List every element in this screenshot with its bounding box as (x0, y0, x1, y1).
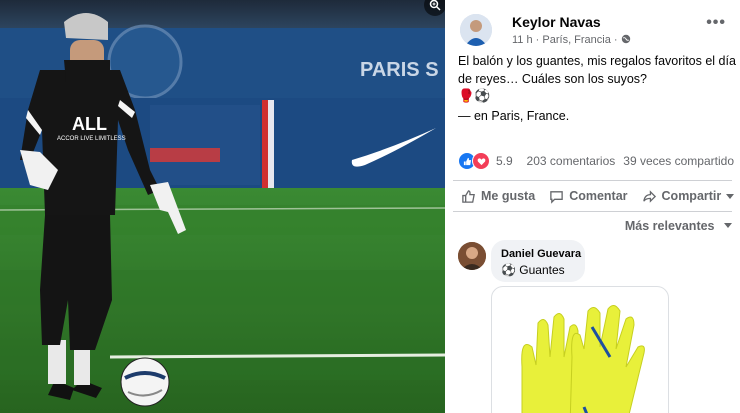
comment-bubble: Daniel Guevara ⚽ Guantes (491, 240, 585, 282)
comment-count[interactable]: 203 comentarios (527, 154, 616, 168)
shirt-sponsor: ACCOR LIVE LIMITLESS (57, 136, 126, 142)
commenter-name[interactable]: Daniel Guevara (501, 248, 581, 260)
zoom-button[interactable] (424, 0, 445, 16)
post-meta: 11 h · París, Francia · (512, 34, 631, 46)
divider-bottom (453, 211, 732, 212)
comment-item: Daniel Guevara ⚽ Guantes (458, 240, 740, 413)
love-reaction-icon[interactable] (472, 152, 490, 170)
globe-icon[interactable] (621, 34, 631, 44)
commenter-avatar[interactable] (458, 242, 486, 270)
comment-icon (550, 190, 563, 204)
commenter-avatar-image (458, 242, 486, 270)
gloves-image (521, 305, 645, 413)
location-link[interactable]: Paris, France (491, 109, 565, 123)
more-options-icon[interactable]: ••• (706, 14, 726, 32)
share-icon (642, 189, 656, 203)
divider-top (453, 180, 732, 181)
author-name[interactable]: Keylor Navas (512, 14, 601, 30)
comment-button[interactable]: Comentar (549, 189, 628, 204)
reaction-count[interactable]: 5.9 (496, 154, 513, 168)
chevron-down-icon (724, 223, 732, 228)
comment-label: Comentar (569, 189, 628, 203)
post-panel: Keylor Navas 11 h · París, Francia · •••… (445, 0, 740, 413)
comment-image[interactable] (491, 286, 669, 413)
post-header: Keylor Navas 11 h · París, Francia · ••• (458, 10, 732, 50)
meta-separator: · (535, 34, 540, 46)
comment-text: ⚽ Guantes (501, 263, 565, 277)
board-text: PARIS S (360, 59, 439, 81)
post-location: — en Paris, France. (458, 109, 569, 123)
share-button[interactable]: Compartir (642, 189, 722, 204)
post-text: El balón y los guantes, mis regalos favo… (458, 54, 736, 86)
author-avatar[interactable] (460, 14, 492, 46)
location-prefix: — en (458, 109, 488, 123)
like-icon (462, 189, 475, 203)
sort-label: Más relevantes (624, 219, 715, 233)
shirt-logo: ALL (72, 114, 107, 134)
comment-emoji: ⚽ (501, 263, 516, 277)
post-stats: 5.9 203 comentarios 39 veces compartido (458, 151, 734, 171)
photo-scene: PARIS S ALL ACCOR LIVE LIMITLESS (0, 0, 445, 413)
post-photo[interactable]: PARIS S ALL ACCOR LIVE LIMITLESS (0, 0, 445, 413)
location-suffix: . (565, 109, 570, 123)
zoom-icon (429, 0, 441, 11)
soccer-ball (120, 357, 170, 407)
share-label: Compartir (661, 189, 722, 203)
like-button[interactable]: Me gusta (461, 189, 535, 204)
share-dropdown-icon[interactable] (726, 193, 734, 199)
comment-body: Guantes (519, 263, 565, 277)
meta-separator-2: · (613, 34, 618, 46)
sort-dropdown[interactable]: Más relevantes (625, 219, 732, 233)
thumb-icon (463, 157, 471, 165)
post-location-meta[interactable]: París, Francia (542, 34, 610, 46)
post-actions: Me gusta Comentar Compartir (453, 185, 734, 207)
avatar-image (460, 14, 492, 46)
like-label: Me gusta (481, 189, 536, 203)
post-emojis: 🥊⚽ (458, 88, 491, 103)
post-time[interactable]: 11 h (512, 34, 533, 46)
heart-icon (477, 157, 485, 165)
share-count[interactable]: 39 veces compartido (623, 154, 734, 168)
